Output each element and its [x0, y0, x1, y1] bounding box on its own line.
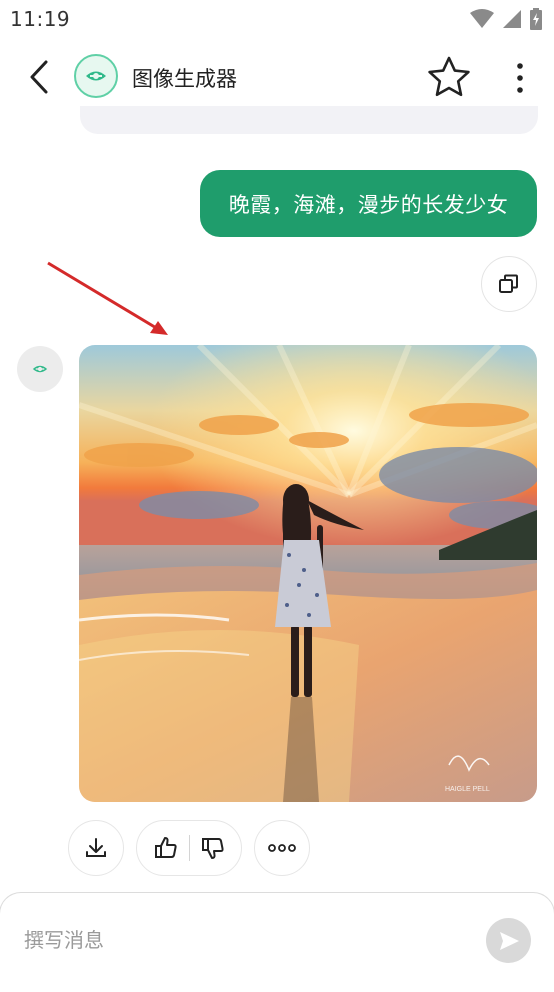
cell-signal-icon — [503, 10, 521, 28]
thumbs-up-icon[interactable] — [153, 835, 179, 861]
message-actions — [0, 820, 554, 876]
message-composer — [0, 892, 554, 992]
battery-icon — [530, 8, 542, 30]
annotation-arrow — [47, 261, 168, 335]
status-time: 11:19 — [10, 7, 71, 31]
bot-message-avatar — [17, 346, 63, 392]
more-options-button[interactable] — [254, 820, 310, 876]
feedback-divider — [188, 835, 190, 861]
user-message-text: 晚霞，海滩，漫步的长发少女 — [228, 192, 509, 217]
user-message-bubble: 晚霞，海滩，漫步的长发少女 — [200, 170, 537, 237]
more-vertical-icon — [517, 63, 523, 93]
wifi-icon — [470, 9, 494, 28]
status-icons — [470, 8, 542, 30]
thumbs-down-icon[interactable] — [200, 835, 226, 861]
bot-avatar[interactable] — [74, 54, 118, 98]
star-outline-icon — [428, 56, 470, 97]
previous-message-bubble — [80, 106, 538, 134]
image-signature-text: HAIGLE PELL — [445, 786, 490, 793]
generated-image[interactable]: HAIGLE PELL — [79, 345, 537, 802]
download-icon — [86, 838, 106, 857]
status-bar: 11:19 — [0, 0, 554, 38]
page-title: 图像生成器 — [132, 67, 237, 91]
eye-logo-icon — [32, 365, 48, 373]
message-input[interactable] — [22, 923, 446, 957]
favorite-button[interactable] — [426, 55, 472, 99]
copy-button[interactable] — [481, 256, 537, 312]
feedback-group — [136, 820, 242, 876]
download-button[interactable] — [68, 820, 124, 876]
app-header: 图像生成器 — [0, 38, 554, 116]
beach-sunset-illustration: HAIGLE PELL — [79, 345, 537, 802]
send-icon — [499, 931, 519, 950]
more-menu-button[interactable] — [506, 58, 534, 98]
copy-icon — [499, 274, 518, 293]
eye-logo-icon — [86, 71, 106, 81]
more-horizontal-icon — [268, 844, 296, 852]
back-button[interactable] — [22, 56, 62, 98]
chevron-left-icon — [30, 60, 48, 94]
send-button[interactable] — [486, 918, 531, 963]
